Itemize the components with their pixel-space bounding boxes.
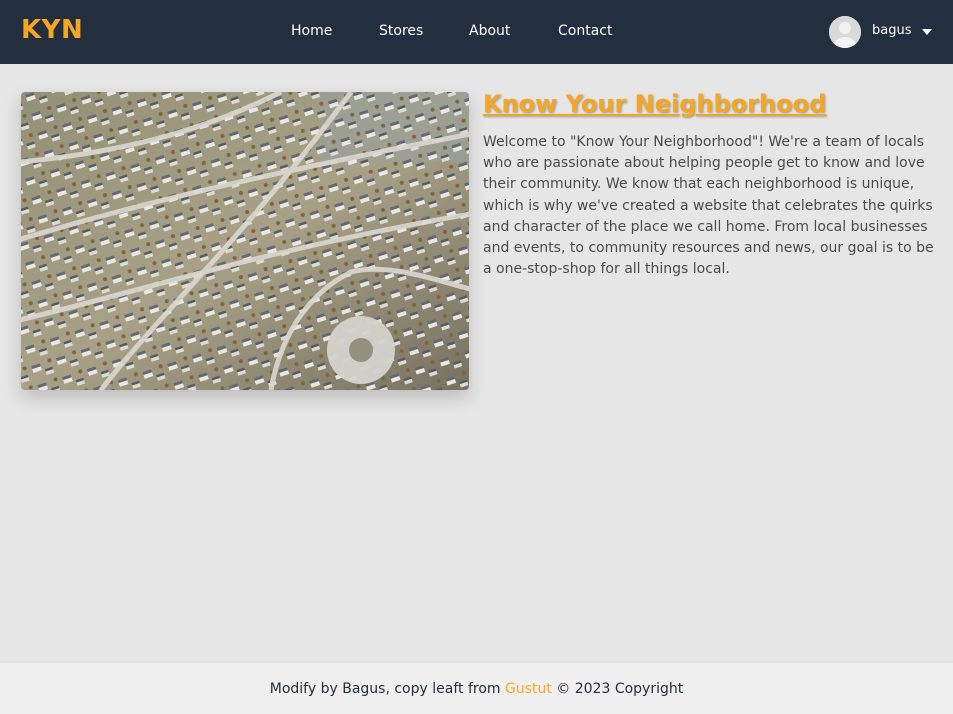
nav-link-stores[interactable]: Stores bbox=[379, 23, 423, 39]
nav-link-contact[interactable]: Contact bbox=[558, 23, 612, 39]
nav-link-home[interactable]: Home bbox=[291, 23, 332, 39]
page-footer: Modify by Bagus, copy leaft from Gustut … bbox=[0, 662, 953, 714]
hero-title-link[interactable]: Know Your Neighborhood bbox=[483, 90, 826, 118]
default-user-avatar-icon bbox=[829, 16, 861, 48]
hero-description: Welcome to "Know Your Neighborhood"! We'… bbox=[483, 134, 934, 278]
caret-down-icon bbox=[922, 29, 932, 35]
user-name: bagus bbox=[872, 23, 912, 38]
footer-gustut-link[interactable]: Gustut bbox=[505, 681, 552, 697]
footer-prefix: Modify by Bagus, copy leaft from bbox=[269, 681, 505, 697]
nav-link-about[interactable]: About bbox=[469, 23, 510, 39]
footer-copyright: © 2023 Copyright bbox=[551, 681, 684, 697]
top-navbar: KYN Home Stores About Contact bagus bbox=[0, 0, 953, 64]
brand-logo[interactable]: KYN bbox=[21, 15, 83, 45]
aerial-suburb-photo bbox=[21, 92, 469, 390]
